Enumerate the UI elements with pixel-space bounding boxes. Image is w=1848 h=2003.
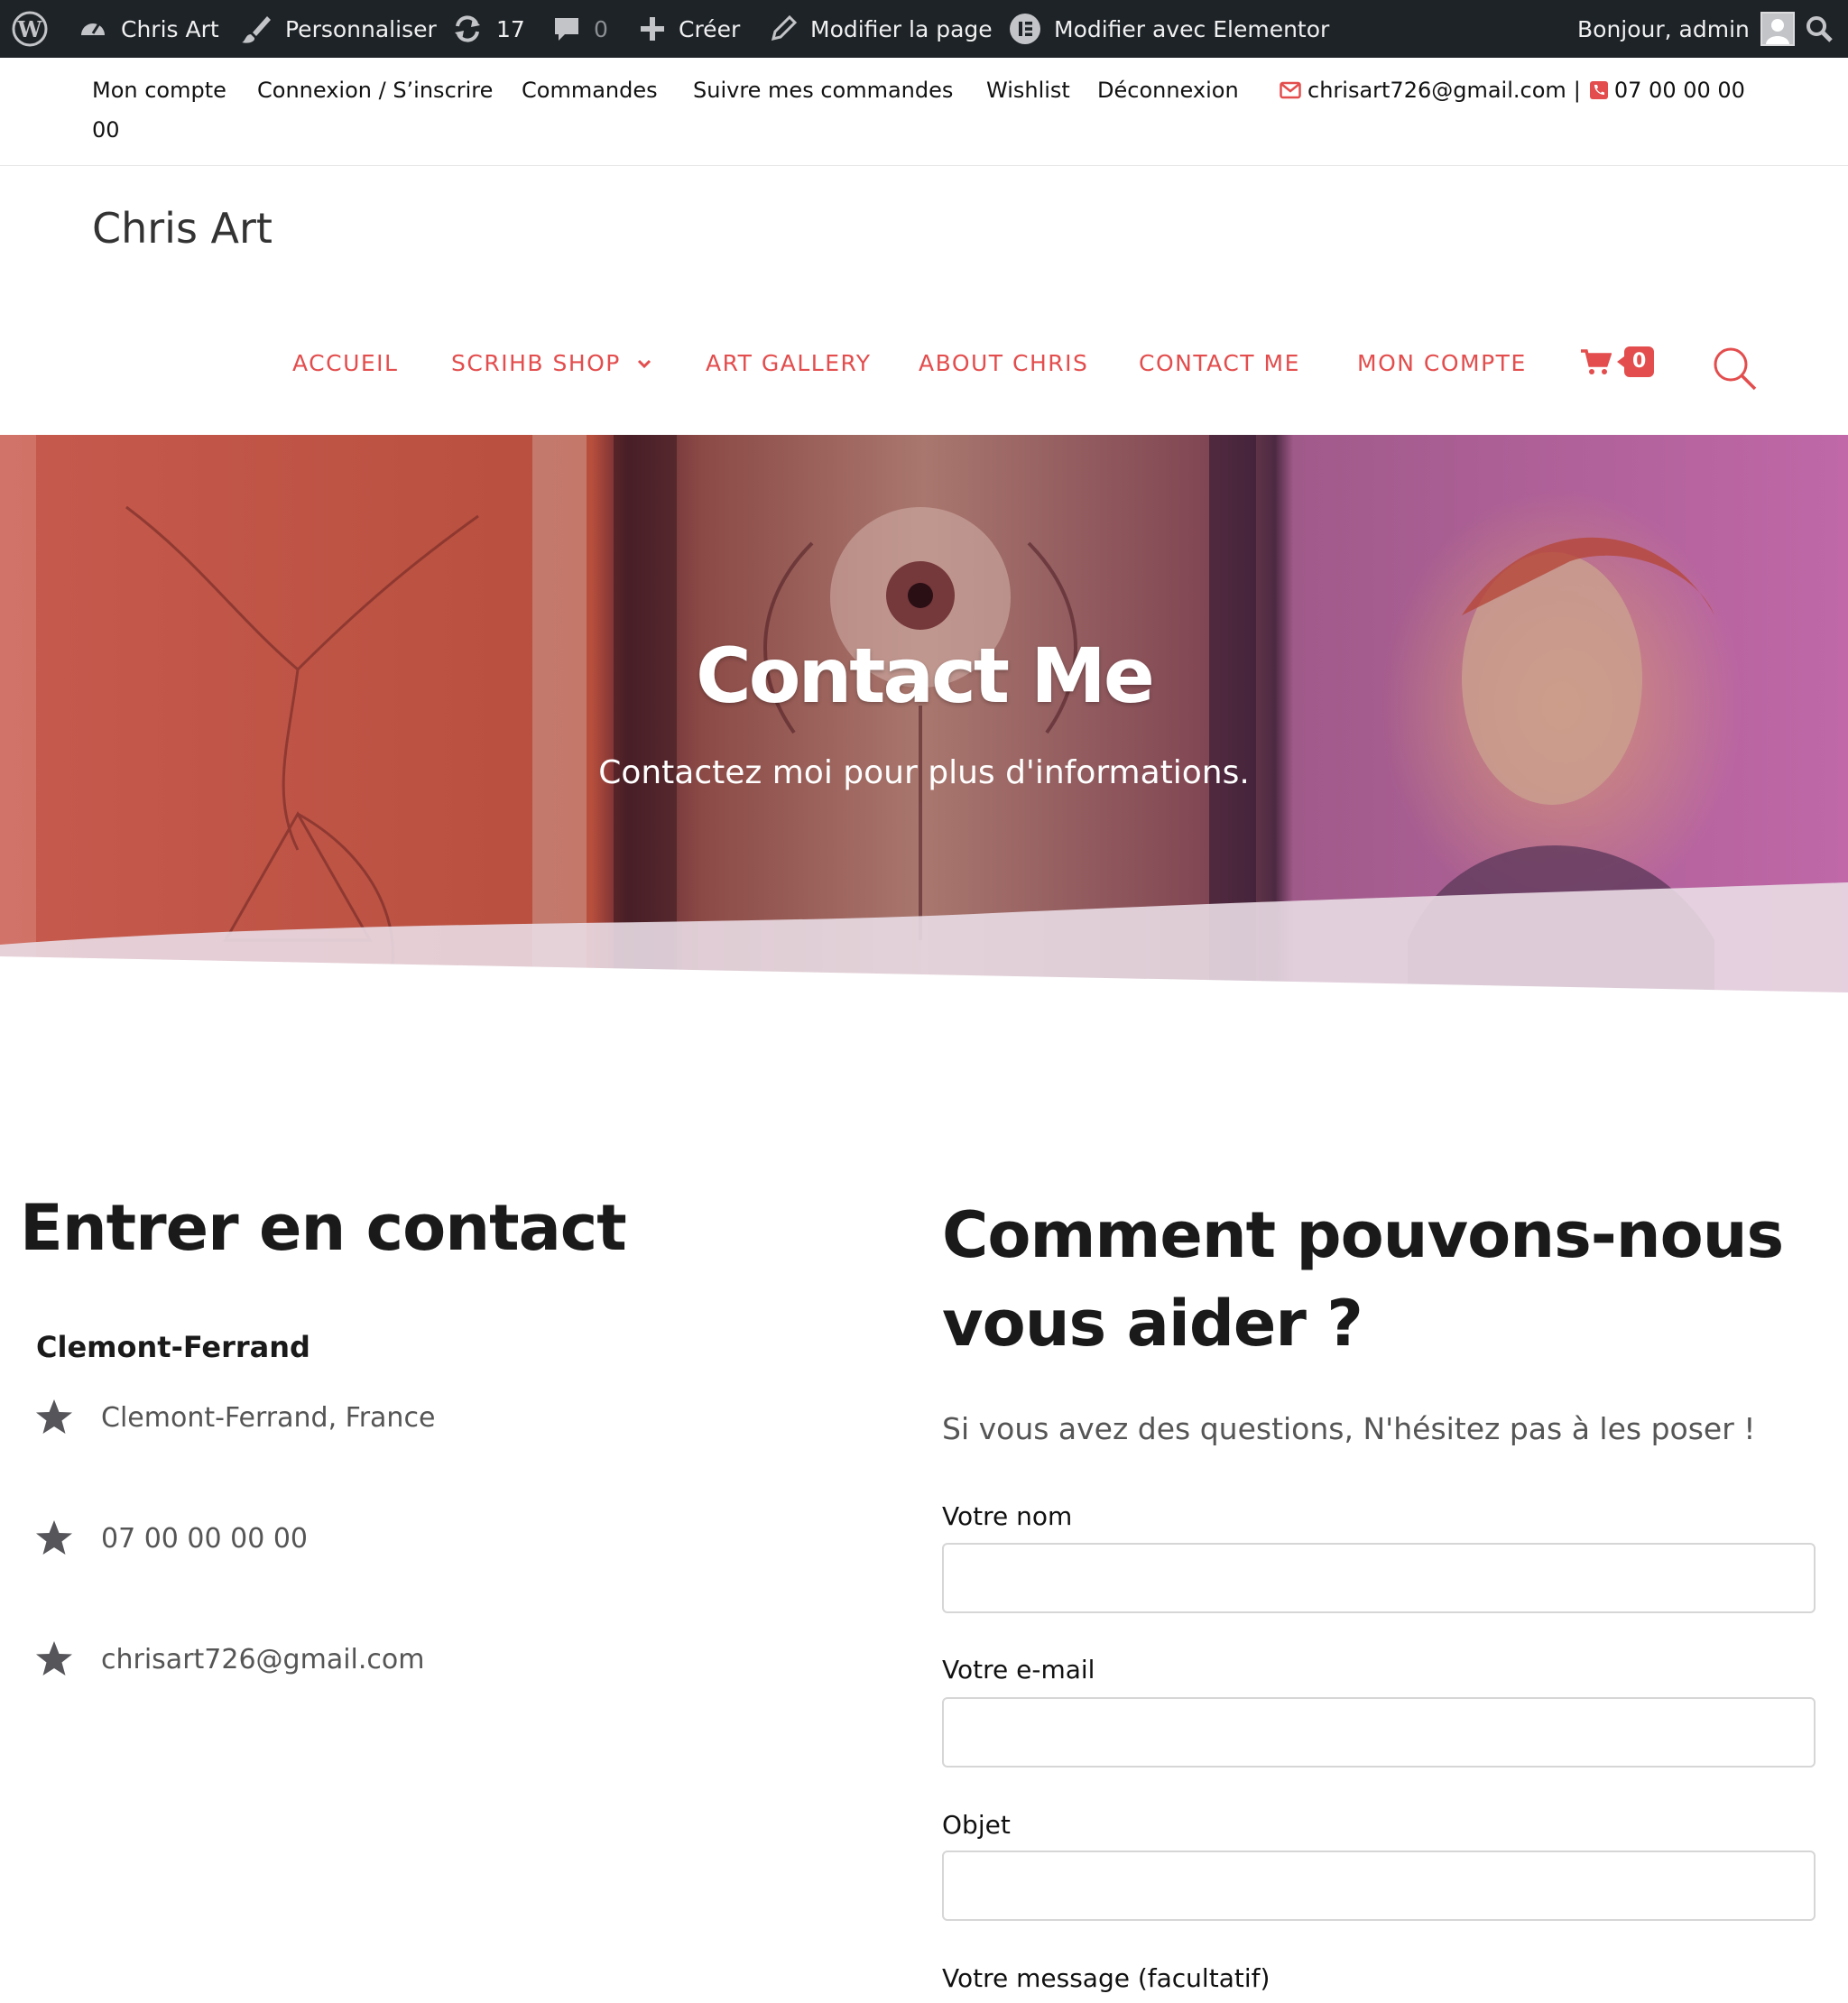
- cart-button[interactable]: 0: [1581, 346, 1655, 377]
- wordpress-logo-icon[interactable]: W: [11, 0, 49, 58]
- admin-site-link[interactable]: Chris Art: [78, 0, 219, 58]
- admin-bar: W Chris Art Personnaliser 17 0 Créer Mod…: [0, 0, 1848, 58]
- nav-item-shop[interactable]: SCRIHB SHOP: [451, 350, 651, 376]
- message-label: Votre message (facultatif): [942, 1963, 1270, 1993]
- subject-label: Objet: [942, 1810, 1011, 1840]
- edit-elementor-link[interactable]: Modifier avec Elementor: [1009, 0, 1329, 58]
- email-label: Votre e-mail: [942, 1655, 1095, 1685]
- top-phone-wrap: 00: [92, 117, 120, 143]
- refresh-icon: [455, 15, 480, 42]
- top-phone[interactable]: 07 00 00 00: [1614, 78, 1745, 103]
- customize-link[interactable]: Personnaliser: [240, 0, 437, 58]
- form-heading-line2: vous aider ?: [942, 1287, 1363, 1361]
- phone-icon: [1589, 81, 1608, 99]
- subject-field[interactable]: [942, 1851, 1816, 1921]
- chevron-down-icon: [637, 359, 651, 368]
- cart-count-badge: 0: [1616, 346, 1655, 377]
- star-icon: [36, 1399, 72, 1434]
- elementor-icon: [1010, 14, 1040, 44]
- site-title[interactable]: Chris Art: [92, 204, 273, 253]
- email-field[interactable]: [942, 1697, 1816, 1768]
- contact-city: Clemont-Ferrand: [36, 1330, 310, 1364]
- contact-email: chrisart726@gmail.com: [101, 1643, 425, 1675]
- star-icon: [36, 1520, 72, 1555]
- form-intro: Si vous avez des questions, N'hésitez pa…: [942, 1411, 1756, 1446]
- new-content-label: Créer: [679, 15, 741, 42]
- top-link-logout[interactable]: Déconnexion: [1097, 78, 1239, 103]
- name-field[interactable]: [942, 1543, 1816, 1613]
- edit-elementor-label: Modifier avec Elementor: [1054, 15, 1330, 42]
- top-separator: |: [1573, 78, 1581, 103]
- avatar: [1760, 12, 1795, 46]
- top-link-login[interactable]: Connexion / S’inscrire: [257, 78, 493, 103]
- updates-count: 17: [496, 15, 525, 42]
- nav-item-gallery[interactable]: ART GALLERY: [706, 350, 872, 376]
- svg-text:W: W: [17, 16, 43, 42]
- edit-page-label: Modifier la page: [810, 15, 993, 42]
- contact-address: Clemont-Ferrand, France: [101, 1401, 436, 1434]
- top-link-wishlist[interactable]: Wishlist: [986, 78, 1070, 103]
- my-account-link[interactable]: Bonjour, admin: [1577, 0, 1795, 58]
- nav-item-about[interactable]: ABOUT CHRIS: [919, 350, 1088, 376]
- edit-page-link[interactable]: Modifier la page: [769, 0, 993, 58]
- nav-item-contact[interactable]: CONTACT ME: [1139, 350, 1300, 376]
- admin-search-icon[interactable]: [1805, 0, 1834, 58]
- contact-phone-row: 07 00 00 00 00: [34, 1519, 308, 1557]
- star-icon: [36, 1641, 72, 1675]
- hero-subtitle: Contactez moi pour plus d'informations.: [598, 754, 1250, 791]
- comment-icon: [555, 18, 578, 41]
- top-bar: Mon compte Connexion / S’inscrire Comman…: [0, 58, 1848, 166]
- top-link-orders[interactable]: Commandes: [522, 78, 658, 103]
- new-content-link[interactable]: Créer: [639, 0, 740, 58]
- dashboard-icon: [81, 23, 105, 35]
- cart-icon: [1581, 349, 1612, 374]
- search-icon[interactable]: [1711, 345, 1758, 395]
- name-label: Votre nom: [942, 1501, 1073, 1531]
- contact-phone: 07 00 00 00 00: [101, 1522, 309, 1555]
- plus-icon: [641, 17, 664, 41]
- comments-count: 0: [594, 15, 608, 42]
- comments-link[interactable]: 0: [552, 0, 608, 58]
- customize-label: Personnaliser: [285, 15, 437, 42]
- brush-icon: [242, 16, 271, 43]
- hero-title: Contact Me: [696, 632, 1155, 720]
- updates-link[interactable]: 17: [451, 0, 525, 58]
- top-link-track-orders[interactable]: Suivre mes commandes: [693, 78, 953, 103]
- nav-item-accueil[interactable]: ACCUEIL: [292, 350, 398, 376]
- top-contact: chrisart726@gmail.com | 07 00 00 00: [1280, 78, 1745, 103]
- contact-heading: Entrer en contact: [20, 1191, 627, 1265]
- pencil-icon: [771, 14, 798, 42]
- nav-item-shop-label: SCRIHB SHOP: [451, 350, 621, 376]
- form-heading: Comment pouvons-nous vous aider ?: [942, 1191, 1826, 1368]
- top-link-account[interactable]: Mon compte: [92, 78, 226, 103]
- envelope-icon: [1280, 81, 1301, 99]
- top-email[interactable]: chrisart726@gmail.com: [1307, 78, 1566, 103]
- nav-item-account[interactable]: MON COMPTE: [1357, 350, 1527, 376]
- contact-address-row: Clemont-Ferrand, France: [34, 1398, 435, 1436]
- form-heading-line1: Comment pouvons-nous: [942, 1198, 1784, 1272]
- admin-site-name: Chris Art: [121, 15, 219, 42]
- greeting: Bonjour, admin: [1577, 15, 1750, 42]
- contact-email-row: chrisart726@gmail.com: [34, 1640, 424, 1678]
